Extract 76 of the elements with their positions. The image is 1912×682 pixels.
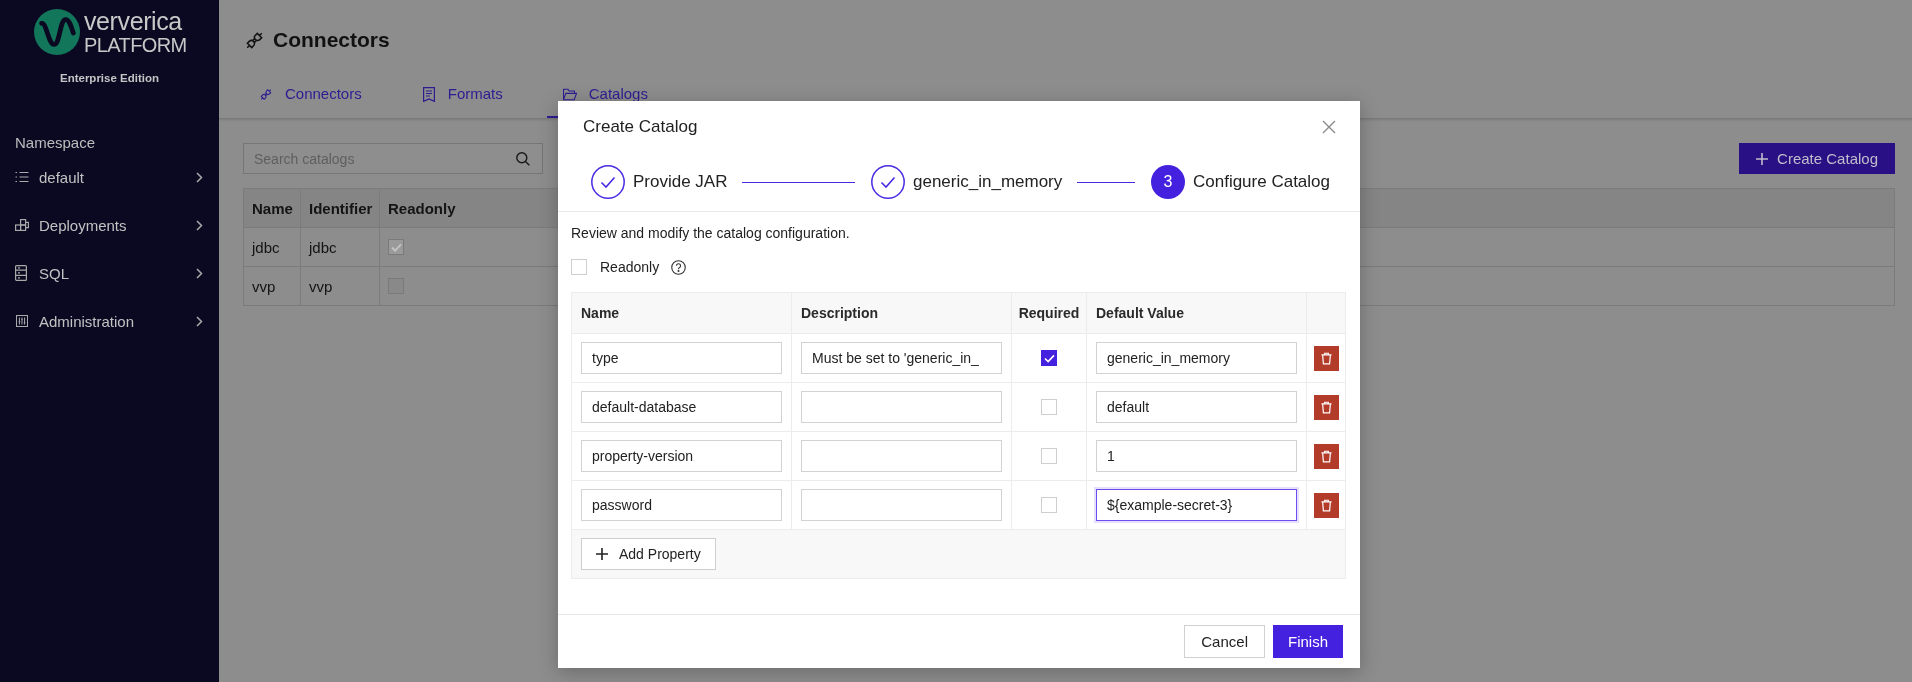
dialog-title: Create Catalog [583, 116, 698, 138]
description-field[interactable]: Must be set to 'generic_in_ [801, 342, 1002, 374]
property-name-field[interactable]: property-version [581, 440, 782, 472]
finish-button[interactable]: Finish [1273, 625, 1343, 658]
chevron-right-icon [196, 219, 203, 231]
stacked-blocks-icon [15, 219, 29, 231]
property-name-field[interactable]: password [581, 489, 782, 521]
trash-icon [1320, 498, 1332, 512]
catalog-identifier: vvp [309, 277, 333, 295]
nav-item[interactable]: SQL [0, 249, 219, 297]
plus-icon [1756, 152, 1769, 165]
column-header: Default Value [1096, 305, 1184, 321]
close-button[interactable] [1322, 120, 1336, 134]
plug-icon [259, 86, 273, 102]
step-connector [1077, 181, 1135, 183]
server-icon [15, 265, 27, 281]
list-icon [15, 171, 29, 183]
default-value-field[interactable]: ${example-secret-3} [1096, 489, 1297, 521]
logo-icon [34, 9, 80, 55]
dialog-intro: Review and modify the catalog configuration. [571, 224, 851, 243]
cancel-button[interactable]: Cancel [1184, 625, 1265, 658]
default-value-field[interactable]: 1 [1096, 440, 1297, 472]
nav-item[interactable]: Administration [0, 297, 219, 345]
step-label: Configure Catalog [1192, 171, 1330, 193]
delete-button[interactable] [1313, 345, 1339, 371]
chevron-right-icon [196, 315, 203, 327]
column-header: Required [1018, 305, 1080, 321]
step-label: Provide JAR [633, 171, 728, 193]
step-label: generic_in_memory [913, 171, 1063, 193]
checkmark-icon [1043, 353, 1055, 363]
column-header: Readonly [388, 199, 456, 217]
chevron-right-icon [196, 171, 203, 183]
chevron-right-icon [196, 267, 203, 279]
document-icon [421, 86, 436, 102]
step-number: 3 [1150, 165, 1185, 199]
catalog-identifier: jdbc [309, 238, 337, 256]
description-field[interactable] [801, 489, 1002, 521]
add-property-button[interactable]: Add Property [581, 538, 716, 570]
sliders-icon [15, 315, 29, 327]
property-name-field[interactable]: type [581, 342, 782, 374]
catalog-name: jdbc [252, 238, 280, 256]
section-label: Namespace [15, 133, 96, 153]
default-value-field[interactable]: default [1096, 391, 1297, 423]
tab[interactable]: Connectors [243, 72, 378, 118]
description-field[interactable] [801, 440, 1002, 472]
logo-product-name: PLATFORM [84, 34, 187, 56]
required-checkbox[interactable] [1041, 350, 1057, 366]
tab[interactable]: Formats [405, 72, 519, 118]
checkmark-icon [390, 242, 402, 252]
delete-button[interactable] [1313, 394, 1339, 420]
trash-icon [1320, 351, 1332, 365]
column-header: Identifier [309, 199, 373, 217]
nav-item[interactable]: default [0, 153, 219, 201]
column-header: Name [581, 305, 620, 321]
catalog-name: vvp [252, 277, 276, 295]
logo-wordmark: ververica [84, 8, 182, 34]
edition-label: Enterprise Edition [59, 71, 159, 86]
nav-item[interactable]: Deployments [0, 201, 219, 249]
delete-button[interactable] [1313, 492, 1339, 518]
plug-icon [244, 29, 265, 51]
create-catalog-button[interactable]: Create Catalog [1739, 143, 1895, 174]
readonly-checkbox[interactable] [388, 239, 404, 255]
description-field[interactable] [801, 391, 1002, 423]
property-name-field[interactable]: default-database [581, 391, 782, 423]
trash-icon [1320, 400, 1332, 414]
page-title: Connectors [273, 27, 390, 53]
readonly-label: Readonly [600, 259, 660, 275]
column-header: Name [252, 199, 293, 217]
close-icon [1322, 120, 1336, 134]
folder-icon [562, 86, 577, 102]
trash-icon [1320, 449, 1332, 463]
help-icon[interactable] [671, 259, 687, 275]
default-value-field[interactable]: generic_in_memory [1096, 342, 1297, 374]
plus-icon [596, 548, 608, 560]
delete-button[interactable] [1313, 443, 1339, 469]
column-header: Description [801, 305, 878, 321]
